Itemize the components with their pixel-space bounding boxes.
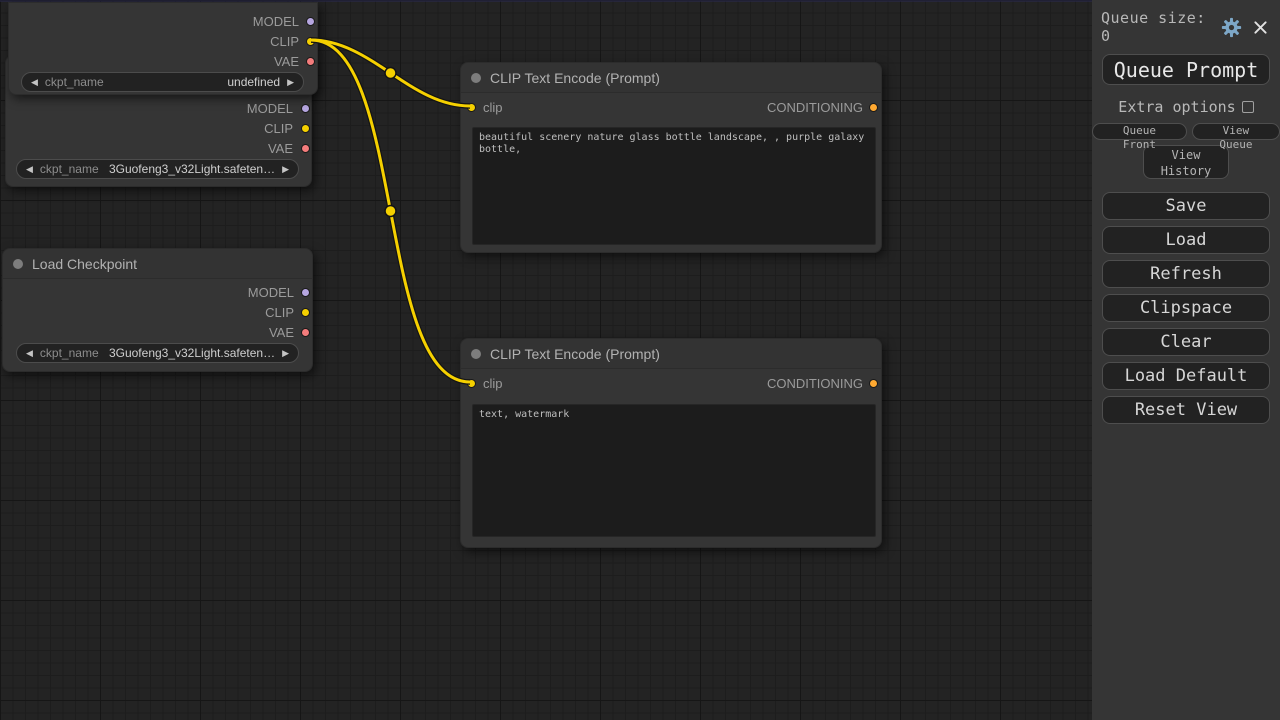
vae-connector-icon[interactable]: [301, 144, 310, 153]
wire-clip-to-positive: [311, 40, 470, 106]
slot-label: VAE: [269, 325, 294, 340]
vae-connector-icon[interactable]: [301, 328, 310, 337]
output-slot-vae[interactable]: VAE: [3, 322, 312, 342]
node-load-checkpoint[interactable]: Load Checkpoint MODEL CLIP VAE ◀ ckpt_na…: [2, 248, 313, 372]
load-default-button[interactable]: Load Default: [1102, 362, 1270, 390]
queue-prompt-button[interactable]: Queue Prompt: [1102, 54, 1270, 85]
model-connector-icon[interactable]: [301, 104, 310, 113]
conditioning-connector-icon[interactable]: [869, 379, 878, 388]
node-title: Load Checkpoint: [32, 256, 137, 272]
vae-connector-icon[interactable]: [306, 57, 315, 66]
model-connector-icon[interactable]: [301, 288, 310, 297]
queue-buttons-row: Queue Front View Queue: [1092, 123, 1280, 140]
prev-arrow-icon[interactable]: ◀: [26, 165, 33, 174]
node-load-checkpoint-front[interactable]: MODEL CLIP VAE ◀ ckpt_name undefined ▶: [8, 2, 318, 95]
output-slot-model[interactable]: MODEL: [9, 11, 317, 31]
collapse-dot-icon[interactable]: [13, 259, 23, 269]
wire-clip-to-negative: [311, 40, 470, 382]
slot-label: CONDITIONING: [767, 376, 863, 391]
widget-label: ckpt_name: [40, 346, 99, 360]
node-title-bar[interactable]: Load Checkpoint: [3, 249, 312, 279]
save-button[interactable]: Save: [1102, 192, 1270, 220]
model-connector-icon[interactable]: [306, 17, 315, 26]
slot-label: CONDITIONING: [767, 100, 863, 115]
menu-button-stack: Save Load Refresh Clipspace Clear Load D…: [1092, 192, 1280, 424]
slot-label: CLIP: [270, 34, 299, 49]
extra-options-row: Extra options: [1092, 98, 1280, 116]
output-slot-clip[interactable]: CLIP: [3, 302, 312, 322]
prompt-text-input[interactable]: beautiful scenery nature glass bottle la…: [472, 127, 876, 245]
load-button[interactable]: Load: [1102, 226, 1270, 254]
node-graph-canvas[interactable]: MODEL CLIP VAE ◀ ckpt_name 3Guofeng3_v32…: [0, 0, 1092, 720]
clip-connector-icon[interactable]: [301, 308, 310, 317]
comfyui-app: MODEL CLIP VAE ◀ ckpt_name 3Guofeng3_v32…: [0, 0, 1280, 720]
clip-connector-icon[interactable]: [306, 37, 315, 46]
slot-label: VAE: [274, 54, 299, 69]
widget-value: 3Guofeng3_v32Light.safeten…: [106, 162, 275, 176]
prev-arrow-icon[interactable]: ◀: [31, 78, 38, 87]
widget-label: ckpt_name: [45, 75, 104, 89]
slot-label: MODEL: [248, 285, 294, 300]
extra-options-label: Extra options: [1118, 98, 1235, 116]
output-slot-clip[interactable]: CLIP: [6, 118, 311, 138]
close-icon[interactable]: [1249, 16, 1271, 38]
queue-front-button[interactable]: Queue Front: [1092, 123, 1187, 140]
node-title: CLIP Text Encode (Prompt): [490, 70, 660, 86]
conditioning-connector-icon[interactable]: [869, 103, 878, 112]
output-slot-conditioning[interactable]: CONDITIONING: [461, 373, 881, 393]
view-history-label-line1: View: [1144, 148, 1228, 164]
prev-arrow-icon[interactable]: ◀: [26, 349, 33, 358]
slot-label: MODEL: [247, 101, 293, 116]
clear-button[interactable]: Clear: [1102, 328, 1270, 356]
next-arrow-icon[interactable]: ▶: [282, 349, 289, 358]
widget-label: ckpt_name: [40, 162, 99, 176]
prompt-text-input[interactable]: text, watermark: [472, 404, 876, 537]
ckpt-name-widget[interactable]: ◀ ckpt_name undefined ▶: [21, 72, 304, 92]
queue-size-label: Queue size: 0: [1101, 9, 1220, 45]
collapse-dot-icon[interactable]: [471, 349, 481, 359]
output-slot-conditioning[interactable]: CONDITIONING: [461, 97, 881, 117]
node-clip-text-encode-positive[interactable]: CLIP Text Encode (Prompt) clip CONDITION…: [460, 62, 882, 253]
ckpt-name-widget[interactable]: ◀ ckpt_name 3Guofeng3_v32Light.safeten… …: [16, 159, 299, 179]
node-title: CLIP Text Encode (Prompt): [490, 346, 660, 362]
ckpt-name-widget[interactable]: ◀ ckpt_name 3Guofeng3_v32Light.safeten… …: [16, 343, 299, 363]
comfy-menu: Queue size: 0: [1092, 0, 1280, 720]
output-slot-model[interactable]: MODEL: [3, 282, 312, 302]
widget-value: 3Guofeng3_v32Light.safeten…: [106, 346, 275, 360]
output-slot-model[interactable]: MODEL: [6, 98, 311, 118]
node-title-bar[interactable]: CLIP Text Encode (Prompt): [461, 63, 881, 93]
output-slot-clip[interactable]: CLIP: [9, 31, 317, 51]
extra-options-checkbox[interactable]: [1242, 101, 1254, 113]
queue-status-row: Queue size: 0: [1092, 9, 1280, 45]
view-history-label-line2: History: [1144, 164, 1228, 180]
collapse-dot-icon[interactable]: [471, 73, 481, 83]
next-arrow-icon[interactable]: ▶: [287, 78, 294, 87]
node-clip-text-encode-negative[interactable]: CLIP Text Encode (Prompt) clip CONDITION…: [460, 338, 882, 548]
node-title-bar[interactable]: CLIP Text Encode (Prompt): [461, 339, 881, 369]
settings-gear-icon[interactable]: [1220, 16, 1242, 38]
output-slot-vae[interactable]: VAE: [6, 138, 311, 158]
slot-label: CLIP: [264, 121, 293, 136]
link-midpoint-dot: [385, 206, 396, 217]
next-arrow-icon[interactable]: ▶: [282, 165, 289, 174]
link-midpoint-dot: [385, 68, 396, 79]
slot-label: CLIP: [265, 305, 294, 320]
output-slot-vae[interactable]: VAE: [9, 51, 317, 71]
slot-label: VAE: [268, 141, 293, 156]
reset-view-button[interactable]: Reset View: [1102, 396, 1270, 424]
clipspace-button[interactable]: Clipspace: [1102, 294, 1270, 322]
slot-label: MODEL: [253, 14, 299, 29]
refresh-button[interactable]: Refresh: [1102, 260, 1270, 288]
widget-value: undefined: [111, 75, 280, 89]
clip-connector-icon[interactable]: [301, 124, 310, 133]
view-queue-button[interactable]: View Queue: [1192, 123, 1280, 140]
